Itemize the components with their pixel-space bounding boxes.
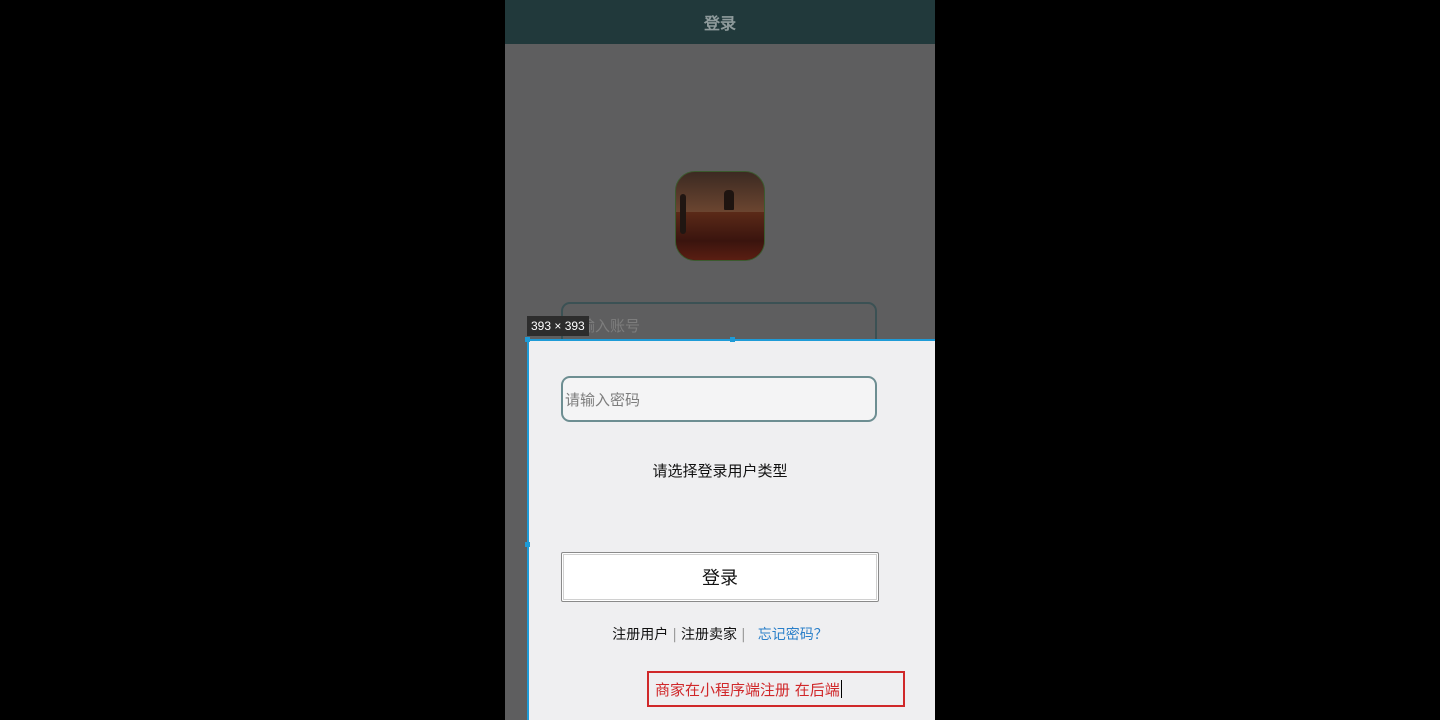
logo-cypress [680,194,686,234]
password-placeholder: 请输入密码 [565,390,641,409]
password-input[interactable]: 请输入密码 [561,376,877,422]
app-logo [675,171,765,261]
resize-handle-top-left[interactable] [525,337,530,342]
navbar: 登录 [505,0,935,44]
logo-tree [724,190,734,210]
register-seller-link[interactable]: 注册卖家 [681,627,737,643]
user-type-selector[interactable]: 请选择登录用户类型 [505,460,935,481]
link-separator: | [741,627,746,643]
resize-handle-top[interactable] [730,337,735,342]
forgot-password-link[interactable]: 忘记密码？ [758,627,828,643]
annotation-text: 商家在小程序端注册 在后端 [655,680,840,699]
page-title: 登录 [703,14,736,33]
login-button[interactable]: 登录 [561,552,879,602]
auth-links: 注册用户 | 注册卖家 | 忘记密码？ [505,624,935,644]
resize-handle-left[interactable] [525,542,530,547]
text-caret [840,680,842,698]
link-separator: | [672,627,677,643]
size-badge: 393 × 393 [527,316,589,336]
logo-sky [676,172,764,212]
logo-ground [676,211,764,260]
phone-screen: 登录 请输入账号 393 × 393 请输入密码 请选择登录用户类型 登录 注册… [505,0,935,720]
register-user-link[interactable]: 注册用户 [612,627,668,643]
annotation-textbox[interactable]: 商家在小程序端注册 在后端 [647,671,905,707]
